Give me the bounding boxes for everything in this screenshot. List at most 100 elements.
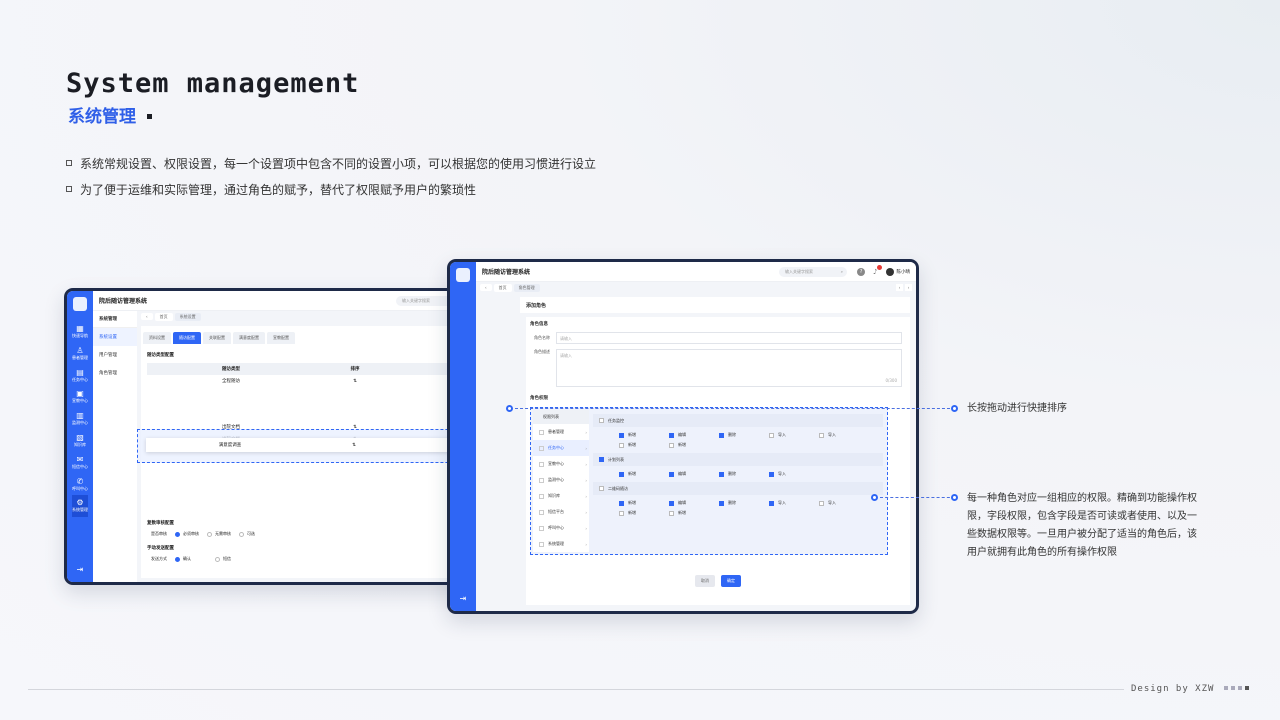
checkbox[interactable] xyxy=(619,510,624,516)
rail-item[interactable]: ▦ 快速导航 xyxy=(72,321,88,343)
permission-checkbox-item[interactable]: 删除 xyxy=(719,469,769,479)
checkbox[interactable] xyxy=(669,471,674,477)
bell-icon[interactable]: ♪ xyxy=(873,264,882,276)
checkbox[interactable] xyxy=(619,471,624,477)
permission-list-item[interactable]: 患者管理 › xyxy=(533,424,589,440)
checkbox[interactable] xyxy=(619,432,624,438)
permission-list-item[interactable]: 宣教中心 › xyxy=(533,456,589,472)
permission-checkbox-item[interactable]: 导入 xyxy=(769,498,819,508)
submenu-item-system-settings[interactable]: 系统设置 xyxy=(93,328,137,346)
permission-checkbox-item[interactable]: 删除 xyxy=(719,430,769,440)
permission-list-item[interactable]: 任务中心 › xyxy=(533,440,589,456)
permission-checkbox-item[interactable]: 编辑 xyxy=(669,430,719,440)
radio-required[interactable] xyxy=(175,531,180,537)
logout-icon[interactable]: ⇥ xyxy=(460,594,467,603)
rail-item[interactable]: ▤ 任务中心 xyxy=(72,365,88,387)
checkbox[interactable] xyxy=(539,445,544,451)
checkbox[interactable] xyxy=(539,477,544,483)
segment-satisfaction[interactable]: 满意度配置 xyxy=(233,332,265,344)
search-icon[interactable]: ⌕ xyxy=(841,269,843,274)
role-desc-textarea[interactable]: 请输入 0/300 xyxy=(556,349,902,387)
segment-followup[interactable]: 随访配置 xyxy=(173,332,201,344)
confirm-button[interactable]: 确定 xyxy=(721,575,741,587)
permission-checkbox-item[interactable]: 导入 xyxy=(819,498,869,508)
checkbox[interactable] xyxy=(539,509,544,515)
rail-item[interactable]: ▥ 监测中心 xyxy=(72,408,88,430)
permission-checkbox-item[interactable]: 删除 xyxy=(719,498,769,508)
checkbox[interactable] xyxy=(619,500,624,506)
checkbox[interactable] xyxy=(619,442,624,448)
permission-list-item[interactable]: 知识库 › xyxy=(533,488,589,504)
checkbox[interactable] xyxy=(719,432,724,438)
submenu-item-users[interactable]: 用户管理 xyxy=(93,346,137,364)
group-checkbox[interactable] xyxy=(599,418,604,423)
radio-no-review[interactable] xyxy=(207,531,212,537)
rail-item[interactable]: ✉ 短信中心 xyxy=(72,452,88,474)
permission-list-item[interactable]: 监测中心 › xyxy=(533,472,589,488)
checkbox[interactable] xyxy=(539,493,544,499)
rail-item[interactable]: ✆ 呼叫中心 xyxy=(72,474,88,496)
rail-item[interactable]: ♙ 患者管理 xyxy=(72,343,88,365)
drag-handle-icon[interactable]: ⇅ xyxy=(315,379,395,384)
user-menu[interactable]: 陈小晴 xyxy=(885,267,910,276)
role-name-input[interactable]: 请输入 xyxy=(556,332,902,344)
checkbox[interactable] xyxy=(669,432,674,438)
radio-sms[interactable] xyxy=(215,556,220,562)
cancel-button[interactable]: 取消 xyxy=(695,575,715,587)
checkbox[interactable] xyxy=(669,500,674,506)
permission-checkbox-item[interactable]: 导入 xyxy=(769,469,819,479)
radio-optional[interactable] xyxy=(239,531,244,537)
permission-checkbox-item[interactable]: 导入 xyxy=(819,430,869,440)
checkbox[interactable] xyxy=(719,471,724,477)
checkbox[interactable] xyxy=(819,500,824,506)
checkbox[interactable] xyxy=(669,510,674,516)
drag-handle-icon[interactable]: ⇅ xyxy=(314,443,394,448)
checkbox[interactable] xyxy=(539,541,544,547)
checkbox[interactable] xyxy=(819,432,824,438)
checkbox[interactable] xyxy=(769,500,774,506)
submenu-item-roles[interactable]: 角色管理 xyxy=(93,364,137,382)
permission-checkbox-item[interactable]: 编辑 xyxy=(669,469,719,479)
permission-list-item[interactable]: 短信平台 › xyxy=(533,504,589,520)
permission-checkbox-item[interactable]: 编辑 xyxy=(669,498,719,508)
permission-checkbox-item[interactable]: 导入 xyxy=(769,430,819,440)
checkbox[interactable] xyxy=(539,429,544,435)
tab-back-icon[interactable]: ‹ xyxy=(480,284,492,291)
permission-list-item[interactable]: 系统管理 › xyxy=(533,536,589,552)
radio-confirm[interactable] xyxy=(175,556,180,562)
rail-item[interactable]: ▣ 宣教中心 xyxy=(72,386,88,408)
help-icon[interactable]: ? xyxy=(857,267,866,276)
nav-rail: ▦ 快速导航 ♙ 患者管理 ▤ 任务中心 ▣ 宣教中心 ▥ 监测中心 ▧ 知识库 ✉ 短信中心 ✆ 呼叫中心 ⚙… xyxy=(67,291,93,582)
checkbox[interactable] xyxy=(769,471,774,477)
checkbox[interactable] xyxy=(669,442,674,448)
rail-item[interactable]: ▧ 知识库 xyxy=(72,430,88,452)
checkbox[interactable] xyxy=(539,461,544,467)
permission-checkbox-item[interactable]: 新增 xyxy=(669,508,719,518)
permission-checkbox-item[interactable]: 新增 xyxy=(619,440,669,450)
rail-item[interactable]: ⚙ 系统管理 xyxy=(72,495,88,518)
group-checkbox[interactable] xyxy=(599,486,604,491)
permission-checkbox-item[interactable]: 新增 xyxy=(619,508,669,518)
group-checkbox[interactable] xyxy=(599,457,604,462)
tab-home[interactable]: 首页 xyxy=(493,283,512,292)
tab-next-icon[interactable]: › xyxy=(905,284,912,291)
tab-prev-icon[interactable]: ‹ xyxy=(896,284,903,291)
permission-label: 任务中心 xyxy=(548,445,564,450)
tab-role-management[interactable]: 角色管理 xyxy=(513,283,540,292)
tab-system-settings[interactable]: 系统设置 xyxy=(174,312,201,321)
permission-checkbox-item[interactable]: 新增 xyxy=(619,498,669,508)
permission-checkbox-item[interactable]: 新增 xyxy=(619,430,669,440)
permission-list-item[interactable]: 呼叫中心 › xyxy=(533,520,589,536)
permission-checkbox-item[interactable]: 新增 xyxy=(669,440,719,450)
search-input[interactable]: 输入关键字搜索 ⌕ xyxy=(779,266,848,277)
checkbox[interactable] xyxy=(719,500,724,506)
tab-back-icon[interactable]: ‹ xyxy=(141,313,153,320)
segment-relation[interactable]: 关联配置 xyxy=(203,332,231,344)
checkbox[interactable] xyxy=(539,525,544,531)
tab-home[interactable]: 首页 xyxy=(154,312,173,321)
logout-icon[interactable]: ⇥ xyxy=(77,565,84,574)
segment-data[interactable]: 资料设置 xyxy=(143,332,171,344)
segment-education[interactable]: 宣教配置 xyxy=(267,332,295,344)
checkbox[interactable] xyxy=(769,432,774,438)
permission-checkbox-item[interactable]: 新增 xyxy=(619,469,669,479)
